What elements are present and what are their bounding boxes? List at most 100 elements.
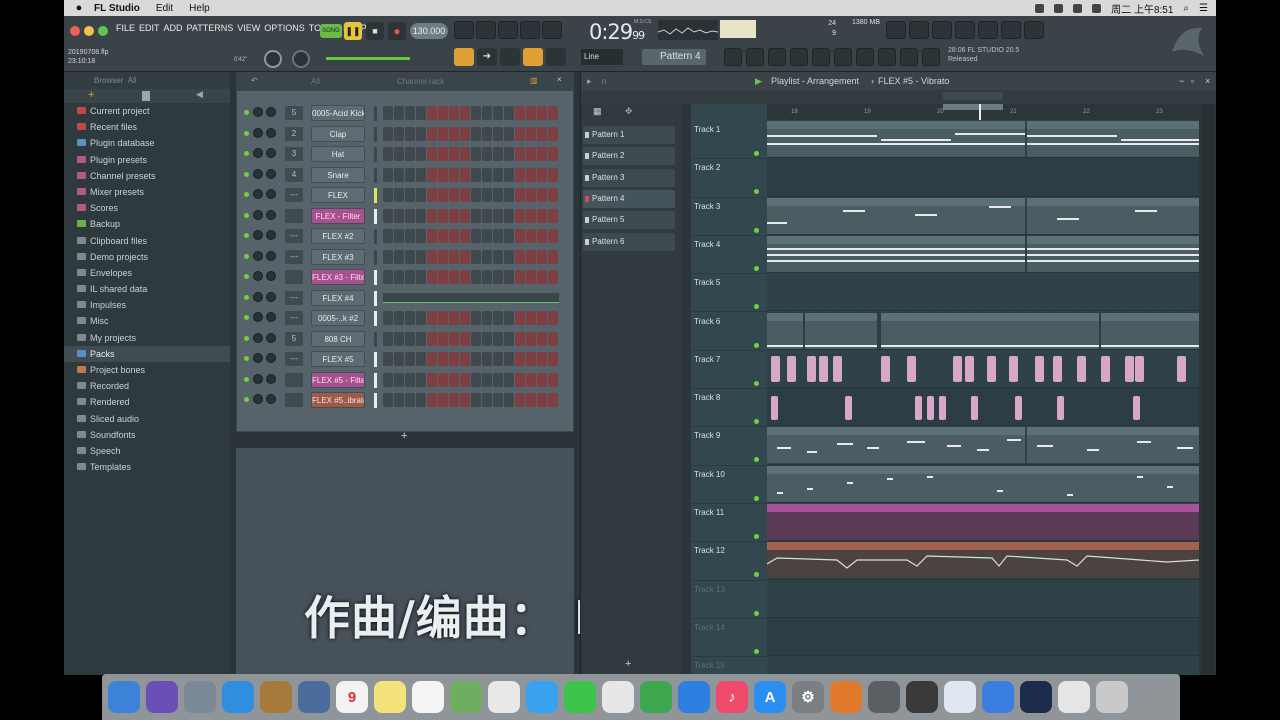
step-button[interactable] [548,147,558,161]
master-volume-slider[interactable] [326,57,410,60]
step-button[interactable] [493,147,503,161]
channel-pan-knob[interactable] [253,353,263,363]
mail-icon[interactable] [982,681,1014,713]
channel-mute-led[interactable] [244,294,249,300]
channel-row[interactable]: FLEX #5..ibrato [237,390,575,411]
step-button[interactable] [416,352,426,366]
snap-select[interactable]: Line [581,49,623,65]
step-button[interactable] [449,372,459,387]
channel-name-button[interactable]: 808 CH [311,330,365,347]
step-button[interactable] [405,167,415,182]
audio-slice[interactable] [845,396,852,421]
channel-mixer-track[interactable] [285,372,303,387]
step-button[interactable] [537,331,547,346]
browser-item[interactable]: Templates [64,459,230,475]
step-button[interactable] [526,270,536,284]
step-button[interactable] [493,167,503,182]
playlist-clip[interactable]: Pattern 4 [805,312,877,349]
step-button[interactable] [515,372,525,387]
channel-row[interactable]: --- FLEX #3 [237,247,575,268]
playlist-clip[interactable]: FLEX #5 - Vibrato [767,542,1199,579]
audio-midi-icon[interactable] [868,681,900,713]
channel-mute-led[interactable] [244,356,249,361]
step-button[interactable] [471,270,481,284]
step-button[interactable] [394,372,404,387]
audio-slice[interactable] [833,355,842,382]
audio-slice[interactable] [1009,355,1018,382]
step-button[interactable] [383,147,393,161]
step-button[interactable] [405,311,415,325]
channel-name-button[interactable]: 0005-..k #2 [311,310,365,326]
step-button[interactable] [449,167,459,182]
step-button[interactable] [504,372,514,387]
step-button[interactable] [383,106,393,120]
step-button[interactable] [537,270,547,284]
step-button[interactable] [537,393,547,407]
step-button[interactable] [548,106,558,120]
graph-icon[interactable]: ▥ [530,76,538,85]
step-button[interactable] [482,188,492,202]
channel-volume-knob[interactable] [266,373,276,384]
menu-add[interactable]: ADD [164,23,183,33]
rack-filter[interactable]: All [311,77,320,86]
step-button[interactable] [394,229,404,243]
step-button[interactable] [438,311,448,325]
step-button[interactable] [449,208,459,223]
step-button[interactable] [416,249,426,264]
apple-icon[interactable]: ● [64,2,94,14]
channel-pan-knob[interactable] [253,127,263,138]
step-button[interactable] [493,311,503,325]
pattern-selector[interactable]: Pattern 4 [642,49,706,65]
trash-icon[interactable] [1096,681,1128,713]
pattern-item[interactable]: Pattern 2 [583,147,675,166]
step-button[interactable] [416,311,426,325]
close-icon[interactable]: × [557,75,562,84]
channel-row[interactable]: 5 0005-Acid Kick [237,103,575,124]
step-button[interactable] [416,372,426,387]
step-button[interactable] [515,352,525,366]
channel-row[interactable]: --- FLEX #2 [237,226,575,247]
channel-mixer-track[interactable]: 5 [285,106,303,120]
channel-volume-knob[interactable] [266,168,276,179]
track-mute-led[interactable] [754,227,759,233]
timeline-ruler[interactable]: 18 19 20 21 22 23 [767,104,1199,120]
step-button[interactable] [394,311,404,325]
audio-slice[interactable] [1077,355,1086,382]
step-button[interactable] [405,106,415,120]
step-button[interactable] [537,311,547,325]
step-button[interactable] [460,126,470,141]
track-header[interactable]: Track 13 [691,581,767,619]
siri-icon[interactable] [146,681,178,713]
playlist-clip[interactable]: Pattern 4 [1029,312,1099,349]
step-button[interactable] [504,331,514,346]
channel-pan-knob[interactable] [253,332,263,343]
audio-slice[interactable] [907,355,916,382]
channel-select-bar[interactable] [374,290,377,306]
final-cut-icon[interactable] [906,681,938,713]
channel-select-bar[interactable] [374,352,377,367]
step-button[interactable] [427,229,437,243]
step-button[interactable] [493,249,503,264]
step-button[interactable] [504,249,514,264]
minimize-icon[interactable]: − [1179,72,1184,90]
channel-row[interactable]: --- FLEX [237,185,575,206]
step-button[interactable] [515,147,525,161]
step-button[interactable] [383,270,393,284]
channel-select-bar[interactable] [374,167,377,183]
step-button[interactable] [394,147,404,161]
step-button[interactable] [394,331,404,346]
horizontal-scrollbar[interactable] [943,92,1003,100]
step-button[interactable] [405,270,415,284]
channel-mixer-track[interactable]: --- [285,188,303,202]
track-mute-led[interactable] [754,342,759,348]
playlist-clip[interactable]: Pattern 6 [767,465,1199,502]
pencil-icon[interactable] [878,48,896,66]
menu-file[interactable]: FILE [116,23,135,33]
magnet-icon[interactable]: ∩ [601,72,607,90]
keynote-doc-icon[interactable] [602,681,634,713]
arrow-tool-icon[interactable]: ➜ [477,48,497,66]
audio-slice[interactable] [819,355,828,382]
step-button[interactable] [460,147,470,161]
audio-slice[interactable] [1035,355,1044,382]
system-preferences-icon[interactable]: ⚙ [792,681,824,713]
